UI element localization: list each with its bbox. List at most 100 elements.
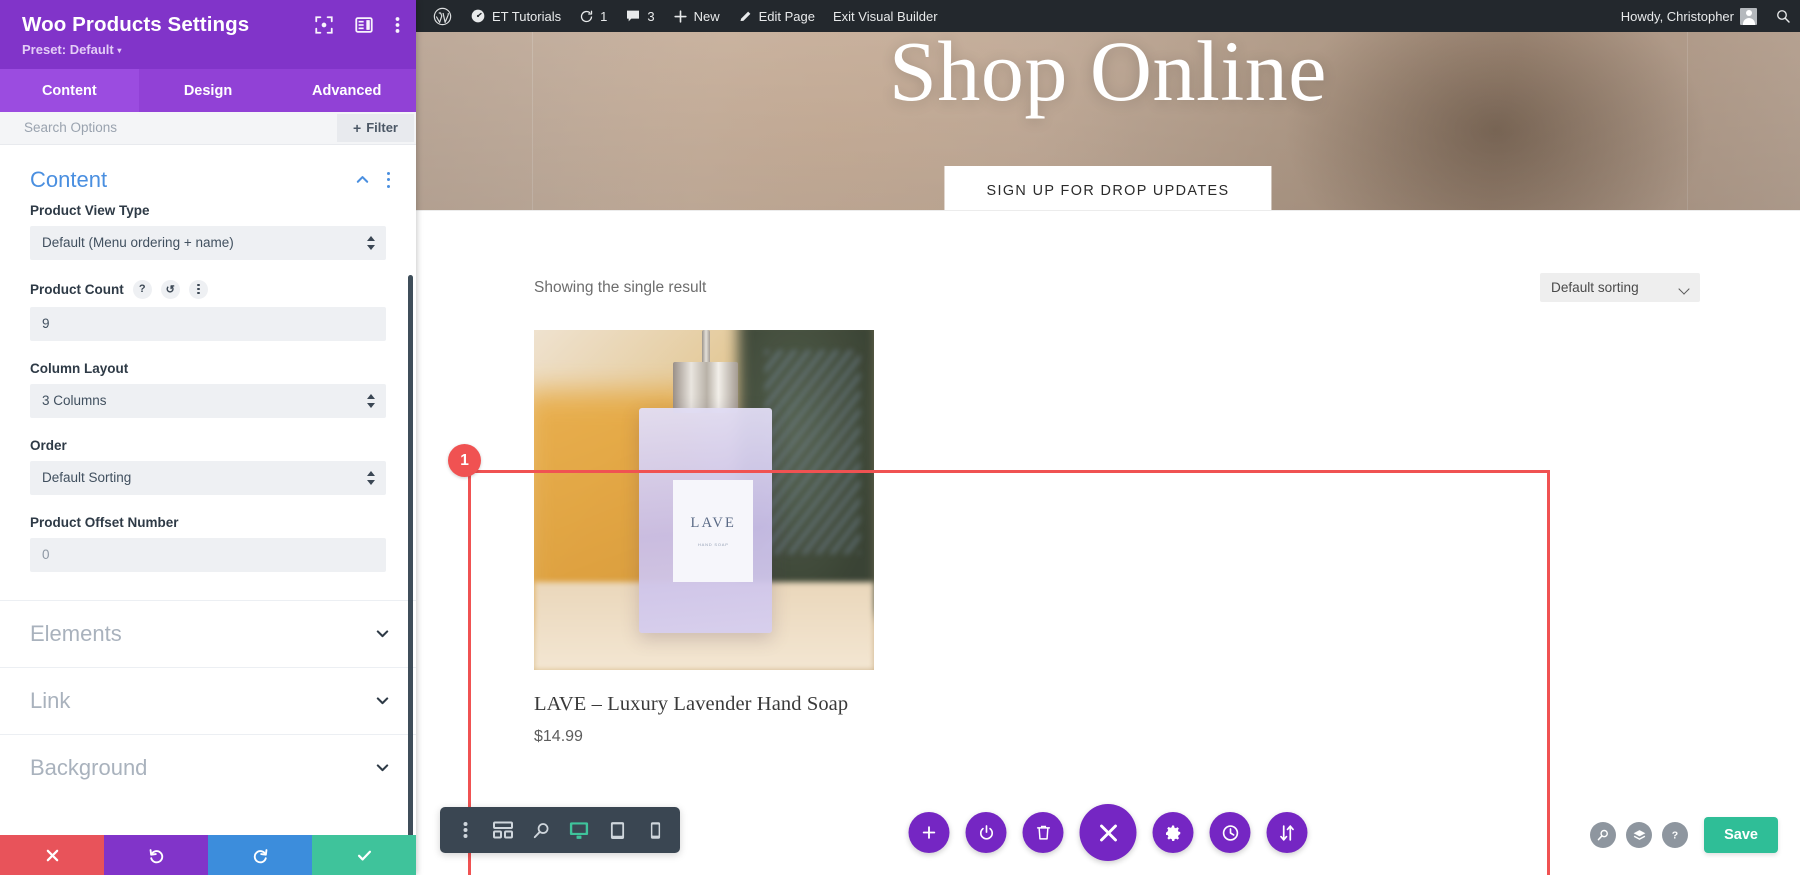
view-desktop-button[interactable] — [560, 813, 598, 847]
updates-menu[interactable]: 1 — [570, 0, 616, 32]
view-zoom-button[interactable] — [522, 813, 560, 847]
view-wireframe-button[interactable] — [484, 813, 522, 847]
chevron-down-icon[interactable] — [375, 693, 390, 708]
magnifier-icon — [1597, 829, 1609, 841]
tab-design[interactable]: Design — [139, 69, 278, 112]
settings-scroll-container: Content Product View Type Default (Menu — [0, 145, 416, 801]
shop-inner: Showing the single result Default sortin… — [416, 211, 1800, 746]
results-row: Showing the single result Default sortin… — [416, 273, 1800, 302]
filter-label: Filter — [366, 120, 398, 136]
product-offset-input[interactable]: 0 — [30, 537, 386, 572]
admin-bar-right: Howdy, Christopher — [1612, 0, 1800, 32]
field-label-row: Product Count ? ↺ — [30, 279, 386, 299]
content-section-title: Content — [30, 166, 108, 192]
field-label: Product View Type — [30, 202, 150, 218]
field-product-view-type: Product View Type Default (Menu ordering… — [0, 203, 416, 260]
chevron-down-icon[interactable] — [375, 760, 390, 775]
panel-redo-button[interactable] — [208, 835, 312, 875]
clock-icon — [1222, 824, 1238, 841]
panel-preset-selector[interactable]: Preset: Default ▾ — [22, 42, 398, 57]
site-name-menu[interactable]: ET Tutorials — [461, 0, 570, 32]
column-layout-value: 3 Columns — [42, 393, 107, 409]
hero-signup-button[interactable]: SIGN UP FOR DROP UPDATES — [944, 166, 1272, 210]
exit-visual-builder-link[interactable]: Exit Visual Builder — [824, 0, 947, 32]
view-more-options-button[interactable] — [446, 813, 484, 847]
product-image-sublabel: HAND SOAP — [697, 541, 729, 547]
product-image[interactable]: LAVE HAND SOAP — [534, 330, 874, 670]
view-phone-button[interactable] — [636, 813, 674, 847]
panel-undo-button[interactable] — [104, 835, 208, 875]
product-image-bg-plant-detail — [765, 350, 861, 555]
product-offset-value: 0 — [42, 547, 50, 563]
chevron-down-icon[interactable] — [375, 626, 390, 641]
delete-button[interactable] — [1022, 812, 1064, 853]
panel-scrollbar[interactable] — [408, 274, 413, 835]
settings-panel-body: Content Product View Type Default (Menu — [0, 144, 416, 835]
admin-bar-search-button[interactable] — [1766, 0, 1800, 32]
builder-main-toolbar — [908, 804, 1308, 861]
panel-cancel-button[interactable] — [0, 835, 104, 875]
edit-page-label: Edit Page — [758, 8, 815, 24]
product-price: $14.99 — [534, 728, 583, 745]
kebab-menu-icon[interactable] — [395, 16, 400, 34]
focus-target-icon[interactable] — [315, 16, 333, 34]
field-kebab-icon[interactable] — [188, 279, 208, 299]
product-view-type-select[interactable]: Default (Menu ordering + name) — [30, 225, 386, 260]
field-label-row: Product Offset Number — [30, 515, 386, 530]
product-count-value: 9 — [42, 316, 50, 332]
power-icon — [979, 824, 993, 840]
order-select[interactable]: Default Sorting — [30, 460, 386, 495]
content-section-header[interactable]: Content — [0, 145, 416, 203]
site-name-label: ET Tutorials — [492, 8, 562, 24]
history-button[interactable] — [1209, 812, 1251, 853]
search-page-button[interactable] — [1590, 822, 1617, 848]
product-card[interactable]: LAVE HAND SOAP LAVE – Luxury Lavender Ha… — [534, 330, 874, 746]
column-layout-select[interactable]: 3 Columns — [30, 383, 386, 418]
edit-page-link[interactable]: Edit Page — [729, 0, 824, 32]
account-menu[interactable]: Howdy, Christopher — [1612, 0, 1766, 32]
close-toolbar-button[interactable] — [1079, 804, 1137, 861]
tab-advanced[interactable]: Advanced — [277, 69, 416, 112]
help-icon[interactable]: ? — [132, 279, 152, 299]
trash-icon — [1036, 825, 1050, 840]
section-link[interactable]: Link — [0, 666, 416, 734]
new-content-menu[interactable]: New — [664, 0, 729, 32]
search-input[interactable] — [0, 111, 338, 144]
module-settings-panel: Woo Products Settings Preset: Default ▾ — [0, 0, 416, 875]
add-module-button[interactable] — [908, 812, 950, 853]
wp-logo-button[interactable] — [424, 0, 461, 32]
order-value: Default Sorting — [42, 470, 132, 486]
field-label: Product Offset Number — [30, 514, 179, 530]
field-product-offset-number: Product Offset Number 0 — [0, 515, 416, 572]
content-section-kebab-icon[interactable] — [386, 171, 390, 188]
content-section-icons — [355, 171, 390, 188]
phone-icon — [650, 821, 660, 839]
section-background[interactable]: Background — [0, 733, 416, 801]
section-elements[interactable]: Elements — [0, 599, 416, 667]
layers-view-button[interactable] — [1626, 822, 1653, 848]
toggle-builder-button[interactable] — [965, 812, 1007, 853]
check-icon — [357, 850, 371, 861]
settings-button[interactable] — [1152, 812, 1194, 853]
field-label-row: Product View Type — [30, 203, 386, 218]
field-label-row: Order — [30, 438, 386, 453]
chevron-up-icon[interactable] — [355, 172, 370, 187]
save-button[interactable]: Save — [1704, 817, 1778, 853]
sort-select[interactable]: Default sortingSort by popularitySort by… — [1540, 273, 1700, 302]
layers-icon — [1633, 829, 1645, 840]
reset-icon[interactable]: ↺ — [160, 279, 180, 299]
panel-save-button[interactable] — [312, 835, 416, 875]
exit-builder-label: Exit Visual Builder — [832, 8, 938, 24]
product-title[interactable]: LAVE – Luxury Lavender Hand Soap — [534, 693, 874, 716]
filter-button[interactable]: + Filter — [337, 113, 414, 142]
comments-count: 3 — [647, 8, 655, 24]
product-count-input[interactable]: 9 — [30, 306, 386, 341]
help-button[interactable]: ? — [1662, 822, 1689, 848]
comments-menu[interactable]: 3 — [616, 0, 663, 32]
tab-content[interactable]: Content — [0, 68, 139, 112]
field-order: Order Default Sorting — [0, 438, 416, 495]
hero-section: Shop Online SIGN UP FOR DROP UPDATES — [416, 32, 1800, 210]
portability-button[interactable] — [1266, 812, 1308, 853]
view-tablet-button[interactable] — [598, 813, 636, 847]
layout-panel-icon[interactable] — [355, 16, 373, 34]
